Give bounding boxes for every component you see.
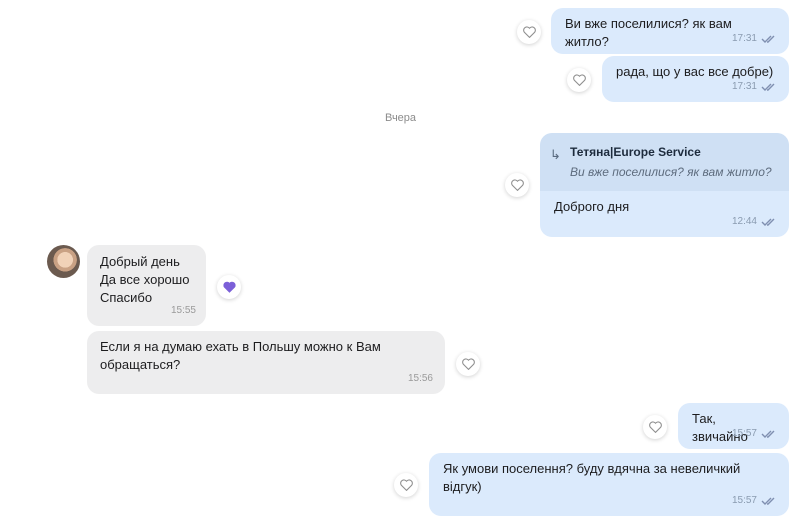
message-meta: 17:31	[732, 78, 777, 96]
message-meta: 15:56	[408, 370, 433, 388]
double-check-icon	[761, 430, 775, 438]
outgoing-reply-message[interactable]: ↳ Тетяна|Europe Service Ви вже поселилис…	[540, 133, 789, 237]
incoming-message[interactable]: Если я на думаю ехать в Польшу можно к В…	[87, 331, 445, 394]
message-time: 12:44	[731, 216, 757, 227]
react-heart-button[interactable]	[394, 473, 418, 497]
heart-icon	[510, 179, 524, 191]
heart-filled-icon	[222, 281, 236, 293]
double-check-icon	[761, 83, 775, 91]
message-time: 17:31	[731, 81, 757, 92]
react-heart-button[interactable]	[643, 415, 667, 439]
message-text: Добрый день Да все хорошо Спасибо	[100, 254, 190, 305]
react-heart-button[interactable]	[505, 173, 529, 197]
react-heart-button[interactable]	[517, 20, 541, 44]
heart-icon	[399, 479, 413, 491]
message-time: 15:57	[731, 428, 757, 439]
reply-author: Тетяна|Europe Service	[570, 145, 701, 159]
double-check-icon	[761, 497, 775, 505]
message-time: 17:31	[731, 33, 757, 44]
message-meta: 17:31	[732, 30, 777, 48]
message-time: 15:57	[731, 495, 757, 506]
react-heart-button[interactable]	[456, 352, 480, 376]
outgoing-message[interactable]: рада, що у вас все добре) 17:31	[602, 56, 789, 102]
react-heart-button[interactable]	[567, 68, 591, 92]
reply-quote[interactable]: ↳ Тетяна|Europe Service Ви вже поселилис…	[540, 133, 789, 191]
message-time: 15:56	[407, 373, 433, 384]
outgoing-message[interactable]: Як умови поселення? буду вдячна за невел…	[429, 453, 789, 516]
message-time: 15:55	[170, 305, 196, 316]
contact-avatar[interactable]	[47, 245, 80, 278]
heart-icon	[648, 421, 662, 433]
message-text: Если я на думаю ехать в Польшу можно к В…	[100, 339, 381, 372]
message-meta: 15:57	[732, 425, 777, 443]
message-meta: 15:57	[732, 492, 777, 510]
double-check-icon	[761, 218, 775, 226]
heart-icon	[461, 358, 475, 370]
outgoing-message[interactable]: Ви вже поселилися? як вам житло? 17:31	[551, 8, 789, 54]
date-divider: Вчера	[384, 112, 417, 124]
outgoing-message[interactable]: Так, звичайно 15:57	[678, 403, 789, 449]
reaction-heart-filled[interactable]	[217, 275, 241, 299]
reply-quoted-text: Ви вже поселилися? як вам житло?	[570, 165, 772, 179]
message-meta: 15:55	[171, 302, 196, 320]
message-text: Як умови поселення? буду вдячна за невел…	[443, 461, 741, 494]
message-meta: 12:44	[732, 213, 777, 231]
double-check-icon	[761, 35, 775, 43]
incoming-message[interactable]: Добрый день Да все хорошо Спасибо 15:55	[87, 245, 206, 326]
heart-icon	[522, 26, 536, 38]
reply-arrow-icon: ↳	[550, 147, 561, 162]
heart-icon	[572, 74, 586, 86]
